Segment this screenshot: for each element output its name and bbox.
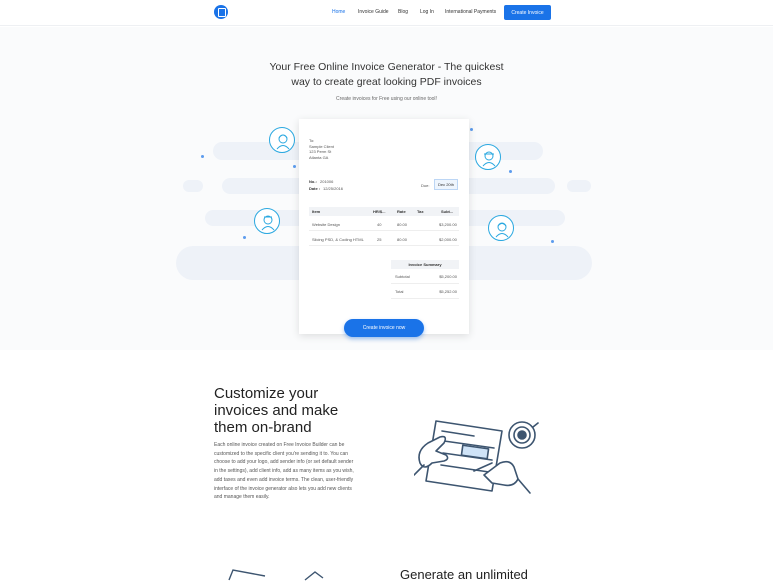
total-value: $5,252.00 <box>439 289 457 294</box>
client-city: Atlanta GA <box>309 154 329 160</box>
next-section-title: Generate an unlimited <box>400 567 528 582</box>
cloud-shape <box>567 180 591 192</box>
feature-body: Each online invoice created on Free Invo… <box>214 442 354 501</box>
subtotal-value: $5,200.00 <box>439 274 457 279</box>
sparkle-dot <box>551 240 554 243</box>
table-row: Slicing PSD, & Coding HTML 25 80.00 $2,0… <box>309 232 459 246</box>
row-item: Website Design <box>312 222 340 227</box>
col-item: Item <box>312 209 321 214</box>
total-label: Total <box>395 289 404 294</box>
top-navbar: Home Invoice Guide Blog Log In Internati… <box>0 0 773 26</box>
invoice-no-label: No.: <box>309 179 317 184</box>
invoice-date-value: 12/25/2016 <box>323 186 344 191</box>
summary-title: Invoice Summary <box>391 260 459 269</box>
nav-invoice-guide[interactable]: Invoice Guide <box>358 9 389 15</box>
person-avatar-icon <box>488 215 514 241</box>
col-tax: Tax <box>417 209 424 214</box>
due-label: Due: <box>421 183 430 188</box>
row-subtotal: $2,000.00 <box>439 237 457 242</box>
person-avatar-icon <box>475 144 501 170</box>
sparkle-dot <box>201 155 204 158</box>
row-subtotal: $3,200.00 <box>439 222 457 227</box>
hero-title: Your Free Online Invoice Generator - The… <box>250 60 523 90</box>
invoice-no-value: 201006 <box>320 179 334 184</box>
hero-subtitle: Create invoices for Free using our onlin… <box>336 96 437 102</box>
create-invoice-now-button[interactable]: Create invoice now <box>344 319 424 337</box>
logo-icon[interactable] <box>214 5 228 19</box>
feature-title: Customize your invoices and make them on… <box>214 385 339 436</box>
hero-title-line1: Your Free Online Invoice Generator - The… <box>269 61 504 73</box>
sparkle-dot <box>509 170 512 173</box>
sparkle-dot <box>470 128 473 131</box>
person-avatar-icon <box>269 127 295 153</box>
row-hrs: 25 <box>377 237 382 242</box>
row-rate: 80.00 <box>397 237 408 242</box>
next-section-illustration <box>228 569 324 581</box>
items-table-header: Item HR/$... Rate Tax Subt... <box>309 207 459 216</box>
due-date-field[interactable]: Dec 20th <box>434 179 458 190</box>
nav-login[interactable]: Log In <box>420 9 434 15</box>
invoice-summary: Invoice Summary Subtotal $5,200.00 Total… <box>391 260 459 299</box>
cloud-shape <box>455 178 555 194</box>
summary-total-row: Total $5,252.00 <box>391 284 459 299</box>
invoice-editing-illustration <box>414 420 539 494</box>
nav-blog[interactable]: Blog <box>398 9 408 15</box>
row-rate: 80.00 <box>397 222 408 227</box>
nav-home[interactable]: Home <box>332 9 345 15</box>
col-rate: Rate <box>397 209 406 214</box>
table-row: Website Design 40 80.00 $3,200.00 <box>309 217 459 231</box>
invoice-to-block: To: Sample Client 123 Perm St Atlanta GA <box>309 138 334 160</box>
subtotal-label: Subtotal <box>395 274 410 279</box>
create-invoice-nav-button[interactable]: Create Invoice <box>504 5 551 20</box>
client-street: 123 Perm St <box>309 149 332 154</box>
invoice-preview-card: To: Sample Client 123 Perm St Atlanta GA… <box>299 119 469 334</box>
nav-international-payments[interactable]: International Payments <box>445 9 496 15</box>
col-subtotal: Subt... <box>441 209 454 214</box>
summary-subtotal-row: Subtotal $5,200.00 <box>391 269 459 284</box>
invoice-date-label: Date : <box>309 186 321 191</box>
row-item: Slicing PSD, & Coding HTML <box>312 237 364 242</box>
cloud-shape <box>183 180 203 192</box>
sparkle-dot <box>243 236 246 239</box>
person-avatar-icon <box>254 208 280 234</box>
sparkle-dot <box>293 165 296 168</box>
hero-title-line2: way to create great looking PDF invoices <box>291 76 482 88</box>
col-hrs: HR/$... <box>373 209 386 214</box>
row-hrs: 40 <box>377 222 382 227</box>
